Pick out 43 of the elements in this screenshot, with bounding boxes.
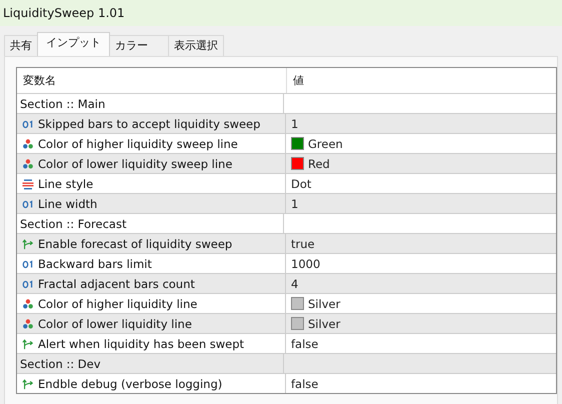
parameter-value[interactable]: Silver <box>308 296 340 310</box>
tab[interactable]: 共有 <box>4 35 38 56</box>
palette-icon <box>22 318 34 330</box>
column-header[interactable]: 値 <box>287 68 556 93</box>
parameter-name: Alert when liquidity has been swept <box>38 336 244 350</box>
parameter-value[interactable]: Dot <box>291 176 312 190</box>
number-icon <box>22 258 34 270</box>
tab[interactable]: 表示選択 <box>168 35 224 56</box>
palette-icon <box>22 298 34 310</box>
column-header[interactable]: 変数名 <box>17 68 287 93</box>
branch-arrow-icon <box>22 338 34 350</box>
section-header: Section :: Dev <box>17 354 284 373</box>
parameter-value[interactable]: Red <box>308 156 330 170</box>
parameter-value[interactable]: Silver <box>308 316 340 330</box>
branch-arrow-icon <box>22 378 34 390</box>
parameter-value[interactable]: Green <box>308 136 343 150</box>
parameter-name: Color of higher liquidity sweep line <box>38 136 238 150</box>
list-icon <box>22 178 34 190</box>
parameter-name: Line style <box>38 176 94 190</box>
parameter-name: Color of lower liquidity sweep line <box>38 156 232 170</box>
window-title: LiquiditySweep 1.01 <box>3 6 125 20</box>
palette-icon <box>22 138 34 150</box>
parameter-value[interactable]: 1000 <box>291 256 320 270</box>
parameter-name: Color of lower liquidity line <box>38 316 192 330</box>
parameter-value[interactable]: true <box>291 236 315 250</box>
parameter-name: Line width <box>38 196 98 210</box>
parameter-name: Skipped bars to accept liquidity sweep <box>38 116 260 130</box>
parameter-name: Enable forecast of liquidity sweep <box>38 236 232 250</box>
parameter-name: Color of higher liquidity line <box>38 296 198 310</box>
parameter-name: Fractal adjacent bars count <box>38 276 195 290</box>
number-icon <box>22 198 34 210</box>
palette-icon <box>22 158 34 170</box>
parameter-value[interactable]: false <box>291 336 318 350</box>
parameter-value[interactable]: 1 <box>291 116 298 130</box>
parameter-name: Backward bars limit <box>38 256 152 270</box>
tab[interactable]: インプット <box>37 32 110 56</box>
number-icon <box>22 278 34 290</box>
parameter-value[interactable]: false <box>291 376 318 390</box>
parameter-value[interactable]: 1 <box>291 196 298 210</box>
parameter-value[interactable]: 4 <box>291 276 298 290</box>
number-icon <box>22 118 34 130</box>
branch-arrow-icon <box>22 238 34 250</box>
parameter-name: Endble debug (verbose logging) <box>38 376 222 390</box>
